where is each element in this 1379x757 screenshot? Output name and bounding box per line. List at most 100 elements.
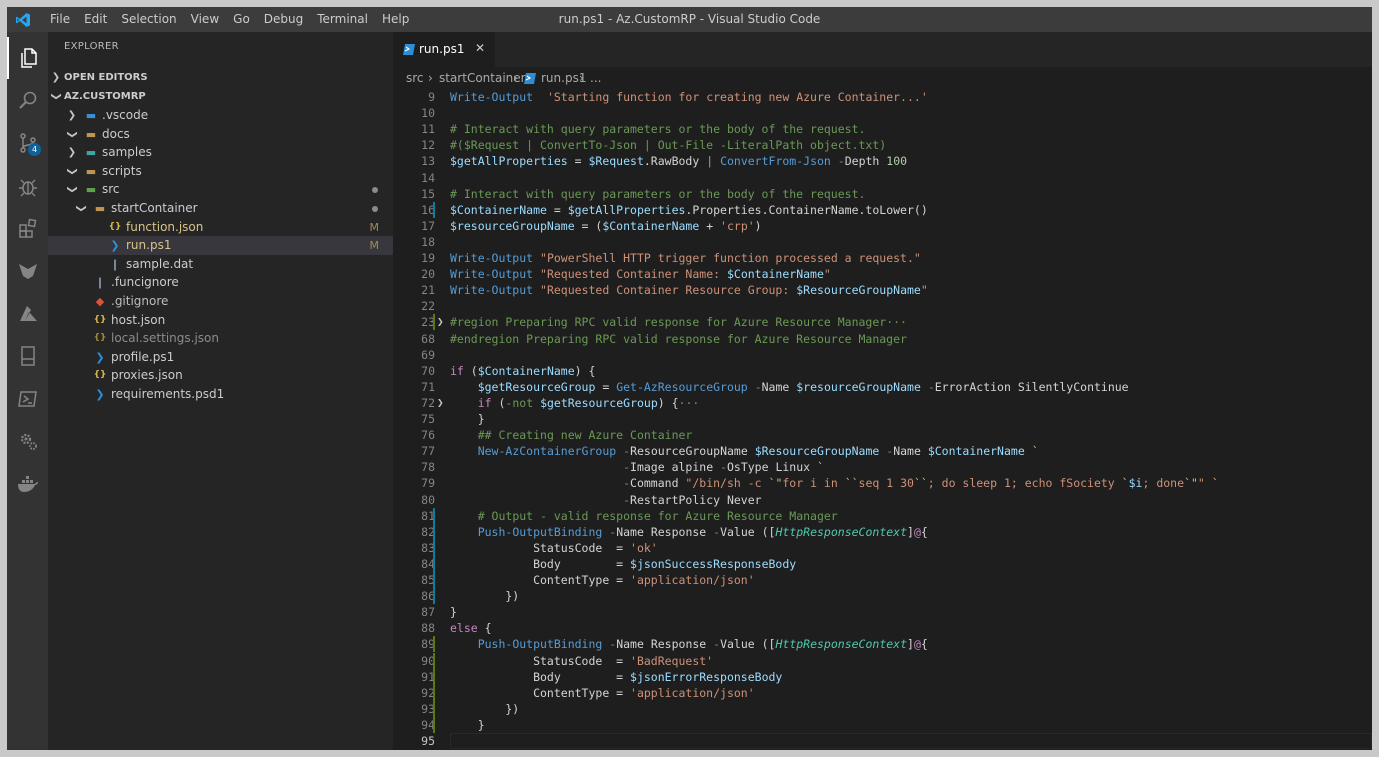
code-token: + [699,218,721,233]
fold-chevron-icon[interactable]: ❯ [437,314,447,330]
code-token: if [477,395,492,410]
workspace-root-section[interactable]: ❯ AZ.CUSTOMRP [48,87,393,106]
code-token: Name Response [616,637,714,652]
menu-terminal[interactable]: Terminal [310,7,375,32]
breadcrumb-item[interactable]: src [406,67,424,89]
tree-item[interactable]: ❯ ▬ scripts [48,162,393,181]
workspace-root-label: AZ.CUSTOMRP [64,91,146,102]
code-token: else [450,621,478,636]
menu-debug[interactable]: Debug [257,7,310,32]
azure-icon[interactable] [7,293,48,335]
menu-view[interactable]: View [184,7,226,32]
code-token: OsType Linux [726,460,817,475]
tree-item[interactable]: ❯ ▬ docs [48,125,393,144]
code-token: } [450,605,457,620]
code-token: $resourceGroupName [450,218,575,233]
tree-item[interactable]: ❙ sample.dat [48,255,393,274]
open-editors-section[interactable]: ❯ OPEN EDITORS [48,68,393,87]
code-token: Get-AzResourceGroup [616,379,748,394]
git-gutter-marker [433,588,435,605]
tree-item[interactable]: {} function.json M [48,218,393,237]
tree-item[interactable]: ◆ .gitignore [48,292,393,311]
tree-item[interactable]: {} proxies.json [48,366,393,385]
tree-item[interactable]: {} host.json [48,311,393,330]
menu-file[interactable]: File [43,7,77,32]
breadcrumb-item[interactable]: ... [590,67,601,89]
line-number: 82 [421,524,435,539]
tab-bar: run.ps1 ✕ [393,32,1372,67]
code-line: StatusCode = 'BadRequest' [450,653,713,669]
powershell-icon[interactable] [7,378,48,420]
code-token: ` [1121,476,1129,491]
code-token: - [754,379,762,394]
code-token: Write-Output [450,90,534,104]
code-token: $i [1128,476,1143,491]
json-file-icon: {} [93,370,107,381]
line-number: 79 [421,476,435,491]
code-token: } [450,717,485,732]
breadcrumb: src › startContainer › run.ps1 › ... [393,67,1372,89]
tree-item-label: startContainer [111,201,198,215]
extensions-icon[interactable] [7,207,48,249]
code-token: }) [450,701,520,716]
code-token: `" [768,476,783,491]
tree-item-label: samples [102,145,152,160]
docker-icon[interactable] [7,463,48,505]
explorer-icon[interactable] [7,37,48,79]
code-editor[interactable]: 9 Write-Output 'Starting function for cre… [393,89,1372,750]
tree-item[interactable]: ❙ .funcignore [48,273,393,292]
line-number: 85 [421,573,435,587]
tab-run-ps1[interactable]: run.ps1 ✕ [393,32,495,67]
tree-item[interactable]: {} local.settings.json [48,329,393,348]
tree-item[interactable]: ❯ ▬ .vscode [48,106,393,125]
code-line: #($Request | ConvertTo-Json | Out-File -… [450,137,886,153]
debug-icon[interactable] [7,165,48,207]
code-line: # Interact with query parameters or the … [450,186,865,202]
vscode-logo-icon [16,13,30,27]
tree-item-label: sample.dat [126,256,194,271]
menu-selection[interactable]: Selection [114,7,183,32]
chevron-down-icon: ❯ [66,167,78,176]
remote-explorer-icon[interactable] [7,335,48,377]
search-icon[interactable] [7,80,48,122]
git-gutter-marker [433,555,435,572]
code-token: RestartPolicy Never [630,492,762,507]
tree-item[interactable]: ❯ ▬ samples [48,143,393,162]
source-control-icon[interactable]: 4 [7,122,48,164]
code-token: `` [913,476,928,491]
tree-item[interactable]: ❯ ▬ src [48,180,393,199]
menu-go[interactable]: Go [226,7,257,32]
code-line: Write-Output "Requested Container Resour… [450,282,928,298]
code-token: ContentType = [450,685,631,700]
line-number: 96 [393,749,435,750]
menu-edit[interactable]: Edit [77,7,114,32]
title-bar: File Edit Selection View Go Debug Terminal Help… [7,7,1372,32]
tree-item[interactable]: ❯ run.ps1 M [48,236,393,256]
fold-chevron-icon[interactable]: ❯ [437,395,447,411]
code-token: -not [505,395,534,410]
modified-badge: M [369,239,380,253]
menu-help[interactable]: Help [375,7,416,32]
tree-item[interactable]: ❯ profile.ps1 [48,348,393,367]
tree-item[interactable]: ❯ ▬ startContainer [48,199,393,218]
line-number: 12 [421,138,435,153]
code-token: { [920,637,928,652]
code-token: Name [761,379,797,394]
code-token: $resourceGroupName [796,379,921,394]
azure-functions-icon[interactable] [7,250,48,292]
code-token: Write-Output [450,251,534,265]
code-token: .RawBody [643,154,707,169]
powershell-file-icon: ❯ [95,350,105,364]
close-icon[interactable]: ✕ [475,41,485,55]
settings-icon[interactable] [7,420,48,462]
code-line: ## Creating new Azure Container [450,427,693,443]
git-gutter-marker [433,201,435,218]
tree-item[interactable]: ❯ requirements.psd1 [48,385,393,404]
